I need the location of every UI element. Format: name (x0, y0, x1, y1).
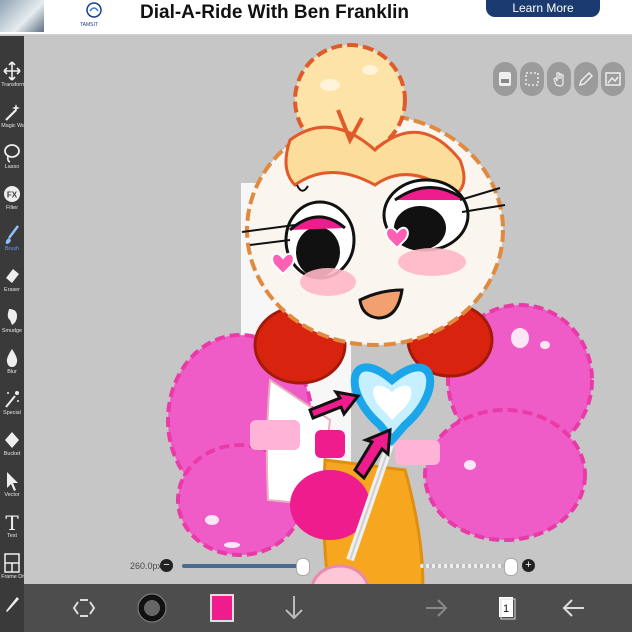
image-icon (605, 72, 621, 86)
bottom-toolbar: 1 (24, 584, 632, 632)
special-wand-icon (5, 391, 19, 408)
tool-label: Eraser (4, 287, 20, 293)
selection-icon (525, 72, 539, 86)
magic-wand-icon (5, 104, 20, 121)
tool-filter[interactable]: FX Filter (0, 181, 24, 221)
color-swatch-icon (212, 596, 232, 620)
forward-arrow-icon[interactable] (420, 592, 452, 624)
size-slider-handle[interactable] (296, 558, 310, 576)
hand-tool-button[interactable] (547, 62, 571, 96)
ad-thumbnail-image[interactable] (0, 0, 44, 32)
svg-text:FX: FX (7, 191, 18, 200)
tool-eraser[interactable]: Eraser (0, 263, 24, 303)
ad-logo-text: TAMSIT (80, 22, 98, 28)
text-icon: T (5, 511, 19, 533)
tool-label: Special (3, 410, 21, 416)
opacity-slider-handle[interactable] (504, 558, 518, 576)
size-track[interactable] (182, 564, 302, 568)
tool-label: Frame Divider (1, 574, 36, 580)
selection-button[interactable] (520, 62, 544, 96)
fx-icon: FX (4, 186, 20, 202)
size-decrease-button[interactable]: − (160, 559, 173, 572)
tool-transform[interactable]: Transform (0, 58, 26, 98)
tool-lasso[interactable]: Lasso (0, 140, 24, 180)
blur-drop-icon (6, 349, 18, 367)
lasso-icon (4, 144, 20, 163)
character-illustration (166, 43, 594, 632)
move-arrows-icon (3, 61, 21, 81)
tool-label: Lasso (4, 164, 20, 170)
layers-button[interactable]: 1 (490, 592, 522, 624)
image-button[interactable] (601, 62, 625, 96)
tool-label: Filter (5, 205, 19, 211)
brush-preview-icon[interactable] (136, 592, 168, 624)
tool-frame-divider[interactable]: Frame Divider (0, 550, 36, 590)
eyedropper-icon (6, 597, 19, 612)
tool-label: Transform (1, 82, 26, 88)
smudge-icon (7, 309, 17, 325)
record-icon (499, 72, 511, 86)
tool-blur[interactable]: Blur (0, 345, 24, 385)
bucket-icon (5, 432, 19, 448)
tool-label: Magic Wand (1, 123, 32, 129)
tool-text[interactable]: T Text (0, 509, 24, 549)
hand-icon (553, 72, 564, 87)
tool-smudge[interactable]: Smudge (0, 304, 24, 344)
recycle-arrows-icon[interactable] (68, 592, 100, 624)
tool-label: Vector (4, 492, 20, 498)
download-arrow-icon[interactable] (278, 592, 310, 624)
tool-label: Brush (4, 246, 20, 252)
tool-vector[interactable]: Vector (0, 468, 24, 508)
tool-label: Bucket (3, 451, 21, 457)
tool-special[interactable]: Special (0, 386, 24, 426)
tool-magic-wand[interactable]: Magic Wand (0, 99, 32, 139)
size-increase-button[interactable]: + (522, 559, 535, 572)
tool-sidebar: Transform Magic Wand Lasso FX Filter Bru… (0, 36, 36, 632)
tool-label: Smudge (1, 328, 23, 334)
brush-size-label: 260.0px (130, 561, 163, 571)
eraser-icon (6, 269, 19, 283)
frame-divider-icon (4, 553, 20, 573)
pencil-icon (578, 71, 594, 87)
back-arrow-icon[interactable] (558, 592, 590, 624)
layer-count: 1 (503, 603, 509, 615)
svg-text:T: T (5, 511, 19, 533)
tool-eyedropper[interactable] (0, 592, 24, 632)
ad-banner[interactable]: TAMSIT Dial-A-Ride With Ben Franklin Lea… (0, 0, 632, 35)
record-button[interactable] (493, 62, 517, 96)
tool-bucket[interactable]: Bucket (0, 427, 24, 467)
transit-logo-icon (86, 2, 102, 18)
layers-icon: 1 (499, 597, 516, 620)
tool-brush[interactable]: Brush (0, 222, 24, 262)
ad-headline[interactable]: Dial-A-Ride With Ben Franklin (140, 2, 409, 24)
tool-label: Text (7, 533, 17, 539)
brush-size-slider: 260.0px − + (120, 552, 540, 578)
brush-icon (5, 225, 19, 244)
vector-cursor-icon (7, 472, 18, 491)
pencil-button[interactable] (574, 62, 598, 96)
color-swatch-button[interactable] (210, 594, 234, 622)
opacity-track[interactable] (420, 564, 512, 568)
learn-more-button[interactable]: Learn More (486, 0, 600, 17)
tool-label: Blur (7, 369, 17, 375)
